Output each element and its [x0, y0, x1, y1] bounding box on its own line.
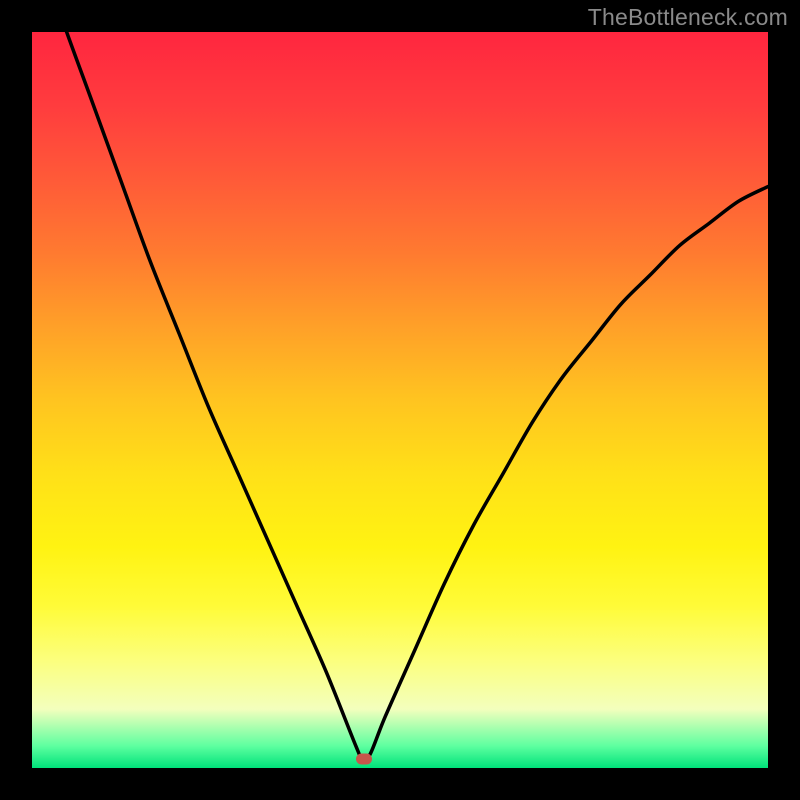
chart-frame: TheBottleneck.com [0, 0, 800, 800]
plot-area [32, 32, 768, 768]
minimum-marker-icon [356, 754, 372, 765]
watermark-label: TheBottleneck.com [588, 4, 788, 31]
bottleneck-curve [32, 32, 768, 768]
